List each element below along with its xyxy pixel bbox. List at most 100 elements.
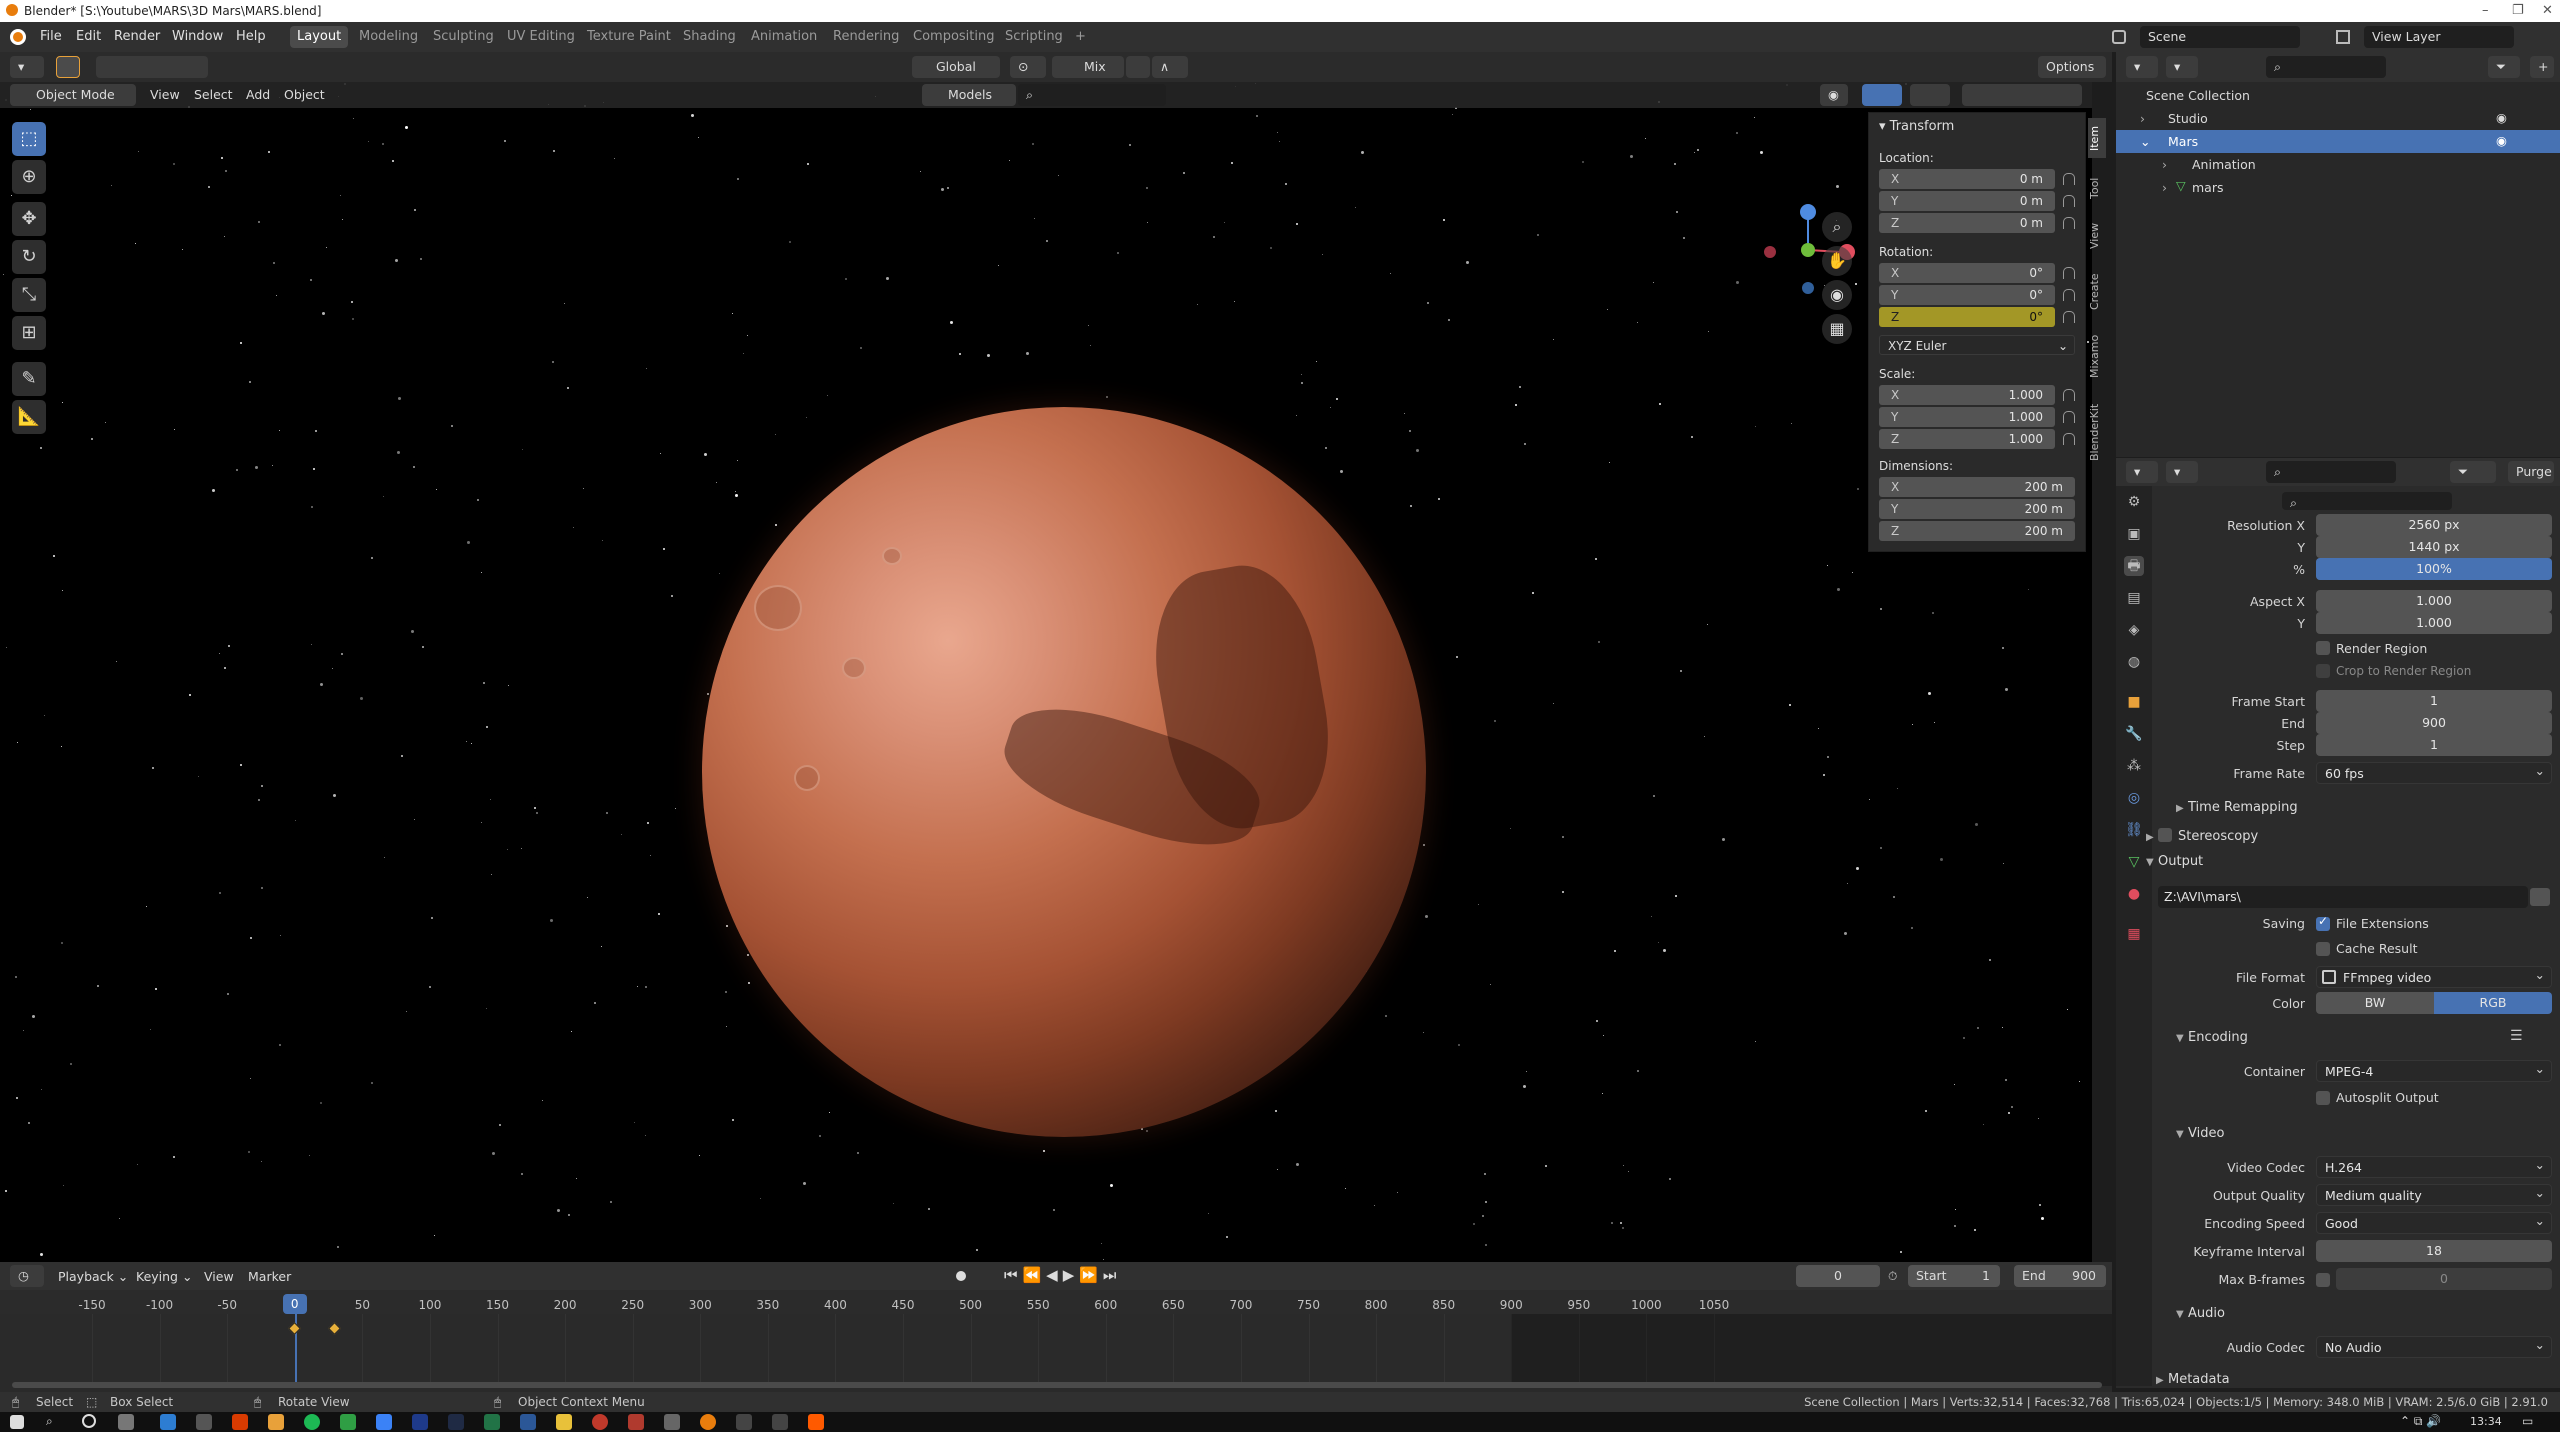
- lock-icon[interactable]: [2063, 289, 2075, 301]
- scale-x-field[interactable]: X 1.000: [1879, 385, 2055, 405]
- material-tab-icon[interactable]: ●: [2124, 884, 2144, 904]
- file-format-dropdown[interactable]: FFmpeg video: [2316, 964, 2552, 988]
- snap-dropdown[interactable]: Mix: [1052, 56, 1124, 78]
- sidebar-tab-blenderkit[interactable]: BlenderKit: [2088, 396, 2106, 468]
- rotation-z-field[interactable]: Z 0°: [1879, 307, 2055, 327]
- app-icon[interactable]: [628, 1414, 644, 1430]
- selection-mode-buttons[interactable]: [96, 56, 208, 78]
- app-icon[interactable]: [592, 1414, 608, 1430]
- camera-view-icon[interactable]: ◉: [1822, 280, 1852, 310]
- time-remapping-panel[interactable]: ▶ Time Remapping: [2176, 800, 2298, 815]
- view-layer-selector[interactable]: View Layer: [2364, 26, 2514, 48]
- audio-panel[interactable]: ▼ Audio: [2176, 1306, 2225, 1321]
- workspace-tab-animation[interactable]: Animation: [744, 26, 824, 48]
- frame-step-field[interactable]: 1: [2316, 734, 2552, 756]
- lock-icon[interactable]: [2063, 173, 2075, 185]
- resolution-y-field[interactable]: 1440 px: [2316, 536, 2552, 558]
- menu-keying[interactable]: Keying ⌄: [136, 1269, 192, 1284]
- chevron-right-icon[interactable]: ›: [2162, 180, 2167, 195]
- menu-timeline-view[interactable]: View: [204, 1269, 234, 1284]
- video-codec-dropdown[interactable]: H.264: [2316, 1154, 2552, 1178]
- filter-icon[interactable]: ⏷: [2488, 56, 2520, 78]
- video-panel[interactable]: ▼ Video: [2176, 1126, 2224, 1141]
- record-icon[interactable]: [956, 1271, 966, 1281]
- cortana-icon[interactable]: [82, 1414, 96, 1428]
- location-z-field[interactable]: Z 0 m: [1879, 213, 2055, 233]
- lock-icon[interactable]: [2063, 195, 2075, 207]
- menu-window[interactable]: Window: [172, 29, 223, 44]
- properties-search-input[interactable]: ⌕: [2266, 461, 2396, 483]
- frame-end-field[interactable]: 900: [2316, 712, 2552, 734]
- visibility-icon[interactable]: ◉: [2496, 133, 2507, 148]
- encoding-speed-dropdown[interactable]: Good: [2316, 1210, 2552, 1234]
- purge-button[interactable]: Purge: [2508, 461, 2554, 483]
- workspace-tab-shading[interactable]: Shading: [676, 26, 743, 48]
- workspace-tab-compositing[interactable]: Compositing: [906, 26, 1002, 48]
- close-button[interactable]: ✕: [2542, 3, 2553, 18]
- workspace-tab-layout[interactable]: Layout: [290, 26, 349, 48]
- mode-dropdown[interactable]: Object Mode: [10, 84, 136, 106]
- app-icon[interactable]: [412, 1414, 428, 1430]
- scale-tool-icon[interactable]: ⤡: [12, 278, 46, 312]
- tool-tab-icon[interactable]: ⚙: [2124, 492, 2144, 512]
- location-y-field[interactable]: Y 0 m: [1879, 191, 2055, 211]
- app-icon[interactable]: [736, 1414, 752, 1430]
- crop-region-checkbox[interactable]: [2316, 664, 2330, 678]
- menu-file[interactable]: File: [40, 29, 62, 44]
- file-extensions-checkbox[interactable]: [2316, 914, 2330, 931]
- menu-edit[interactable]: Edit: [76, 29, 101, 44]
- workspace-tab-sculpting[interactable]: Sculpting: [426, 26, 501, 48]
- texture-tab-icon[interactable]: ▦: [2124, 924, 2144, 944]
- app-icon[interactable]: [376, 1414, 392, 1430]
- menu-render[interactable]: Render: [114, 29, 160, 44]
- sidebar-tab-mixamo[interactable]: Mixamo: [2088, 326, 2106, 386]
- max-bframes-checkbox[interactable]: [2316, 1273, 2330, 1287]
- current-frame-field[interactable]: 0: [1796, 1265, 1880, 1287]
- aspect-x-field[interactable]: 1.000: [2316, 590, 2552, 612]
- workspace-tab-texture-paint[interactable]: Texture Paint: [580, 26, 678, 48]
- autosplit-checkbox[interactable]: [2316, 1091, 2330, 1105]
- stereoscopy-panel[interactable]: ▶ Stereoscopy: [2146, 826, 2258, 844]
- folder-icon[interactable]: [2530, 888, 2550, 906]
- playback-controls[interactable]: ⏮⏪◀▶⏩⏭: [1004, 1266, 1121, 1284]
- mars-planet[interactable]: [702, 407, 1426, 1137]
- outliner-row-studio[interactable]: › Studio ◉: [2116, 107, 2560, 130]
- menu-select[interactable]: Select: [194, 87, 233, 102]
- scale-z-field[interactable]: Z 1.000: [1879, 429, 2055, 449]
- playhead[interactable]: 0: [282, 1294, 307, 1314]
- minimize-button[interactable]: –: [2482, 3, 2489, 18]
- zoom-icon[interactable]: ⌕: [1822, 212, 1852, 242]
- app-icon[interactable]: [520, 1414, 536, 1430]
- menu-playback[interactable]: Playback ⌄: [58, 1269, 128, 1284]
- workspace-tab-scripting[interactable]: Scripting: [998, 26, 1070, 48]
- pan-hand-icon[interactable]: ✋: [1822, 246, 1852, 276]
- outliner-row-mars[interactable]: ⌄ Mars ◉: [2116, 130, 2560, 153]
- sidebar-tab-view[interactable]: View: [2088, 216, 2106, 256]
- measure-tool-icon[interactable]: 📐: [12, 400, 46, 434]
- scale-y-field[interactable]: Y 1.000: [1879, 407, 2055, 427]
- data-api-dropdown[interactable]: ▾: [2166, 461, 2198, 483]
- overlays-toggle[interactable]: [1910, 84, 1950, 106]
- workspace-tab-rendering[interactable]: Rendering: [826, 26, 906, 48]
- folder-icon[interactable]: [556, 1414, 572, 1430]
- gizmo-toggle[interactable]: [1862, 84, 1902, 106]
- outliner-row-scene-collection[interactable]: Scene Collection: [2116, 84, 2560, 107]
- audio-codec-dropdown[interactable]: No Audio: [2316, 1334, 2552, 1358]
- add-workspace-button[interactable]: +: [1068, 26, 1093, 48]
- rotation-x-field[interactable]: X 0°: [1879, 263, 2055, 283]
- transform-orientation-dropdown[interactable]: Global: [912, 56, 1000, 78]
- menu-view[interactable]: View: [150, 87, 180, 102]
- snap-toggle[interactable]: [1126, 56, 1150, 78]
- workspace-tab-uv-editing[interactable]: UV Editing: [500, 26, 582, 48]
- app-icon[interactable]: [160, 1414, 176, 1430]
- lock-icon[interactable]: [2063, 311, 2075, 323]
- options-dropdown[interactable]: Options: [2038, 56, 2106, 78]
- tray-icons[interactable]: ⌃ ⧉ 🔊: [2400, 1414, 2441, 1429]
- collection-filter-dropdown[interactable]: Models: [922, 84, 1016, 106]
- spotify-icon[interactable]: [304, 1414, 320, 1430]
- properties-editor-type[interactable]: ▾: [2126, 461, 2158, 483]
- list-menu-icon[interactable]: ☰: [2510, 1028, 2523, 1044]
- object-tab-icon[interactable]: ■: [2124, 692, 2144, 712]
- 3d-viewport[interactable]: Object Mode View Select Add Object Model…: [0, 82, 2092, 1262]
- lock-icon[interactable]: [2063, 433, 2075, 445]
